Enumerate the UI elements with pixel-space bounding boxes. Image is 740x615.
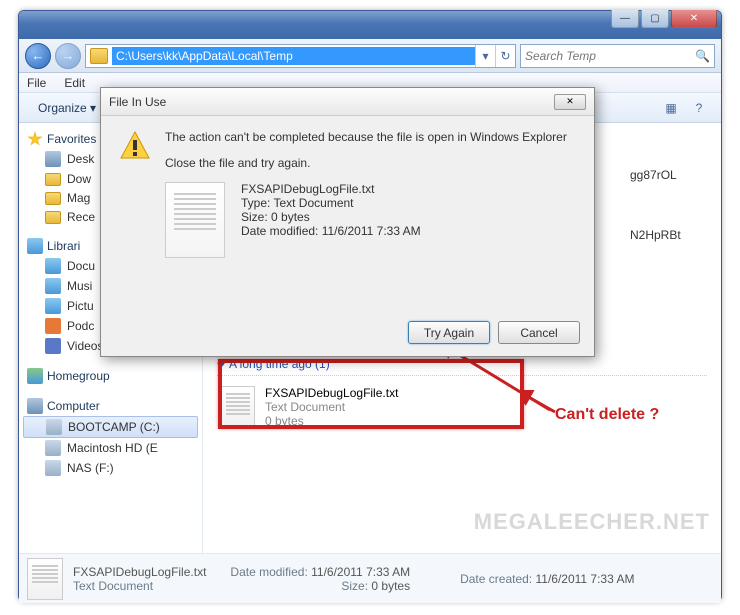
try-again-button[interactable]: Try Again (408, 321, 490, 344)
maximize-button[interactable]: ▢ (641, 10, 669, 28)
computer-icon (27, 398, 43, 414)
star-icon (27, 131, 43, 147)
watermark: MEGALEECHER.NET (474, 509, 710, 535)
picture-icon (45, 298, 61, 314)
sidebar-computer[interactable]: Computer (19, 396, 202, 416)
dropdown-button[interactable]: ▾ (475, 45, 495, 67)
back-button[interactable]: ← (25, 43, 51, 69)
status-label: Date created: (460, 572, 532, 586)
folder-icon (45, 211, 61, 224)
text-file-icon (27, 558, 63, 600)
help-button[interactable]: ? (687, 96, 711, 120)
sidebar-item-bootcamp[interactable]: BOOTCAMP (C:) (23, 416, 198, 438)
homegroup-icon (27, 368, 43, 384)
dialog-file-size: Size: 0 bytes (241, 210, 421, 224)
annotation-text: Can't delete ? (555, 406, 659, 424)
partial-text: N2HpRBt (630, 228, 681, 242)
status-label: Size: (341, 579, 368, 593)
status-value: 11/6/2011 7:33 AM (311, 565, 410, 579)
status-value: 11/6/2011 7:33 AM (535, 572, 634, 586)
status-value: 0 bytes (371, 579, 410, 593)
text-file-icon (165, 182, 225, 258)
address-bar[interactable]: ▾ ↻ (85, 44, 516, 68)
podcast-icon (45, 318, 61, 334)
status-type: Text Document (73, 579, 206, 593)
titlebar[interactable]: — ▢ ✕ (19, 11, 721, 39)
partial-text: gg87rOL (630, 168, 677, 182)
menu-file[interactable]: File (27, 76, 46, 90)
dialog-file-name: FXSAPIDebugLogFile.txt (241, 182, 421, 196)
path-input[interactable] (112, 47, 475, 65)
library-icon (27, 238, 43, 254)
dialog-message: Close the file and try again. (165, 156, 576, 170)
status-bar: FXSAPIDebugLogFile.txt Text Document Dat… (19, 553, 721, 603)
dialog-file-type: Type: Text Document (241, 196, 421, 210)
desktop-icon (45, 151, 61, 167)
drive-icon (46, 419, 62, 435)
file-in-use-dialog: File In Use ✕ The action can't be comple… (100, 87, 595, 357)
music-icon (45, 278, 61, 294)
dialog-close-button[interactable]: ✕ (554, 94, 586, 110)
dialog-file-modified: Date modified: 11/6/2011 7:33 AM (241, 224, 421, 238)
search-box[interactable]: 🔍 (520, 44, 715, 68)
nav-bar: ← → ▾ ↻ 🔍 (19, 39, 721, 73)
sidebar-homegroup[interactable]: Homegroup (19, 366, 202, 386)
drive-icon (45, 440, 61, 456)
dialog-message: The action can't be completed because th… (165, 130, 576, 144)
view-button[interactable]: ▦ (659, 96, 683, 120)
video-icon (45, 338, 61, 354)
folder-icon (45, 192, 61, 205)
search-icon: 🔍 (695, 49, 710, 63)
folder-icon (90, 48, 108, 64)
dialog-title: File In Use (109, 95, 554, 109)
drive-icon (45, 460, 61, 476)
annotation-arrow (520, 390, 560, 420)
folder-icon (45, 173, 61, 186)
status-name: FXSAPIDebugLogFile.txt (73, 565, 206, 579)
cancel-button[interactable]: Cancel (498, 321, 580, 344)
sidebar-item[interactable]: NAS (F:) (19, 458, 202, 478)
status-label: Date modified: (230, 565, 307, 579)
organize-button[interactable]: Organize ▾ (27, 97, 107, 119)
warning-icon (119, 130, 151, 162)
refresh-button[interactable]: ↻ (495, 45, 515, 67)
forward-button[interactable]: → (55, 43, 81, 69)
sidebar-item[interactable]: Macintosh HD (E (19, 438, 202, 458)
minimize-button[interactable]: — (611, 10, 639, 28)
doc-icon (45, 258, 61, 274)
dialog-titlebar[interactable]: File In Use ✕ (101, 88, 594, 116)
menu-edit[interactable]: Edit (64, 76, 85, 90)
close-button[interactable]: ✕ (671, 10, 717, 28)
search-input[interactable] (525, 49, 695, 63)
